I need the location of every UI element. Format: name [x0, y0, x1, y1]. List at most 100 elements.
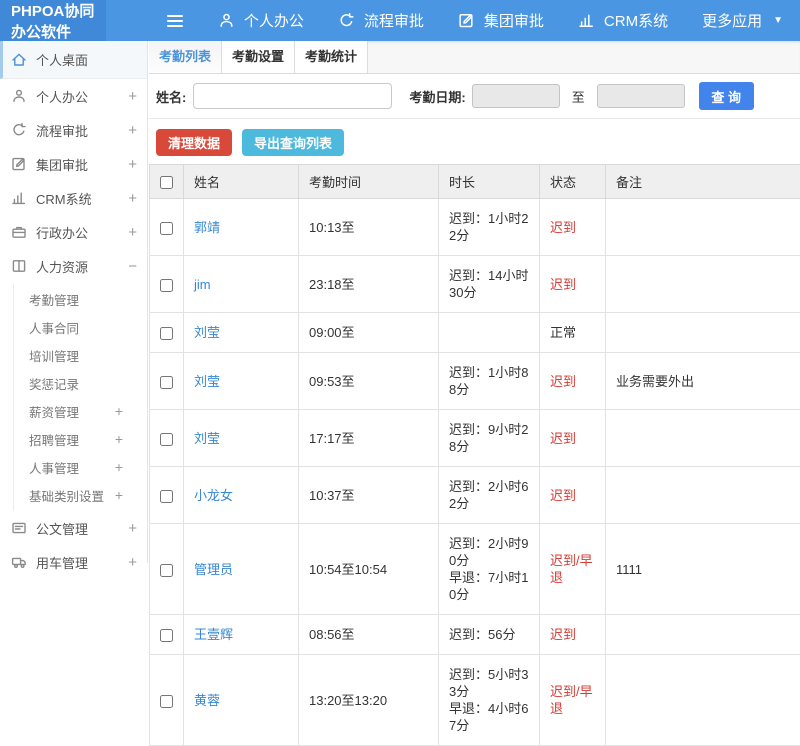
duration-line: 早退：7小时10分	[449, 569, 529, 603]
date-from-input[interactable]	[472, 84, 560, 108]
employee-name-link[interactable]: jim	[194, 277, 211, 292]
sidebar-subitem-label: 人事管理	[29, 458, 79, 477]
row-checkbox[interactable]	[160, 564, 173, 577]
duration-cell: 迟到：2小时62分	[439, 467, 540, 524]
actions-bar: 清理数据 导出查询列表	[149, 119, 800, 164]
status-badge: 迟到/早退	[550, 553, 593, 585]
row-checkbox-cell	[150, 410, 184, 467]
sidebar: 个人桌面个人办公+流程审批+集团审批+CRM系统+行政办公+人力资源− 考勤管理人…	[0, 41, 148, 563]
remark-cell	[606, 410, 800, 467]
user-icon	[218, 12, 235, 29]
caret-down-icon: ▼	[773, 15, 783, 26]
sidebar-subitem-base-category-settings[interactable]: 基础类别设置+	[14, 481, 147, 509]
user-icon	[11, 88, 27, 104]
status-badge: 正常	[550, 325, 576, 340]
sidebar-subitem-label: 培训管理	[29, 346, 79, 365]
employee-name-link[interactable]: 管理员	[194, 562, 233, 577]
employee-name-link[interactable]: 郭靖	[194, 220, 220, 235]
status-badge: 迟到	[550, 627, 576, 642]
employee-name-link[interactable]: 刘莹	[194, 374, 220, 389]
sidebar-item-label: 个人桌面	[36, 50, 88, 69]
row-checkbox[interactable]	[160, 376, 173, 389]
nav-item-more-apps[interactable]: 更多应用▼	[685, 0, 800, 41]
nav-item-personal-office[interactable]: 个人办公	[201, 0, 321, 41]
column-header: 备注	[606, 165, 800, 199]
date-label: 考勤日期:	[409, 87, 465, 106]
plus-icon: +	[115, 403, 123, 419]
plus-icon: +	[128, 88, 137, 105]
employee-name-link[interactable]: 王壹辉	[194, 627, 233, 642]
tab-attendance-stats[interactable]: 考勤统计	[295, 41, 368, 73]
sidebar-item-group-approval[interactable]: 集团审批+	[0, 147, 147, 181]
row-checkbox[interactable]	[160, 433, 173, 446]
table-row: 小龙女10:37至迟到：2小时62分迟到	[150, 467, 800, 524]
sidebar-subitem-recruitment-management[interactable]: 招聘管理+	[14, 425, 147, 453]
row-checkbox-cell	[150, 467, 184, 524]
filter-bar: 姓名: 考勤日期: 至 查 询	[149, 74, 800, 119]
column-header: 考勤时间	[299, 165, 439, 199]
employee-name-link[interactable]: 小龙女	[194, 488, 233, 503]
nav-item-crm-system[interactable]: CRM系统	[561, 0, 685, 41]
column-header: 状态	[540, 165, 606, 199]
row-checkbox[interactable]	[160, 279, 173, 292]
nav-item-group-approval[interactable]: 集团审批	[441, 0, 561, 41]
status-cell: 迟到	[540, 256, 606, 313]
sidebar-subitem-salary-management[interactable]: 薪资管理+	[14, 397, 147, 425]
briefcase-icon	[11, 224, 27, 240]
sidebar-item-personal-office[interactable]: 个人办公+	[0, 79, 147, 113]
sidebar-item-vehicle-management[interactable]: 用车管理+	[0, 545, 147, 579]
plus-icon: +	[128, 520, 137, 537]
row-checkbox-cell	[150, 353, 184, 410]
time-cell: 23:18至	[299, 256, 439, 313]
sidebar-subitem-training-management[interactable]: 培训管理	[14, 341, 147, 369]
sidebar-subitem-personnel-management[interactable]: 人事管理+	[14, 453, 147, 481]
employee-name-link[interactable]: 刘莹	[194, 431, 220, 446]
tab-attendance-settings[interactable]: 考勤设置	[222, 41, 295, 73]
row-checkbox-cell	[150, 199, 184, 256]
table-row: 刘莹 09:00至 正常	[150, 313, 800, 353]
sidebar-item-admin-office[interactable]: 行政办公+	[0, 215, 147, 249]
sidebar-item-personal-desktop[interactable]: 个人桌面	[0, 41, 147, 79]
row-checkbox[interactable]	[160, 490, 173, 503]
row-checkbox[interactable]	[160, 222, 173, 235]
nav-item-workflow-approval[interactable]: 流程审批	[321, 0, 441, 41]
status-badge: 迟到	[550, 277, 576, 292]
row-checkbox[interactable]	[160, 629, 173, 642]
sidebar-subitem-reward-punishment[interactable]: 奖惩记录	[14, 369, 147, 397]
export-list-button[interactable]: 导出查询列表	[242, 129, 344, 156]
select-all-checkbox[interactable]	[160, 176, 173, 189]
tab-attendance-list[interactable]: 考勤列表	[149, 41, 222, 73]
date-to-input[interactable]	[597, 84, 685, 108]
clean-data-button[interactable]: 清理数据	[156, 129, 232, 156]
tab-strip: 考勤列表考勤设置考勤统计	[149, 41, 800, 74]
sidebar-subitem-label: 基础类别设置	[29, 486, 104, 505]
remark-cell: 业务需要外出	[606, 353, 800, 410]
sidebar-item-crm-system[interactable]: CRM系统+	[0, 181, 147, 215]
name-cell: 刘莹	[184, 353, 299, 410]
table-body: 郭靖10:13至迟到：1小时22分迟到jim23:18至迟到：14小时30分迟到…	[150, 199, 800, 746]
name-input[interactable]	[193, 83, 392, 109]
sidebar-item-human-resources[interactable]: 人力资源−	[0, 249, 147, 283]
menu-icon[interactable]	[163, 11, 187, 31]
employee-name-link[interactable]: 黄蓉	[194, 693, 220, 708]
row-checkbox[interactable]	[160, 695, 173, 708]
remark-cell	[606, 199, 800, 256]
name-cell: 王壹辉	[184, 615, 299, 655]
app-title: PHPOA协同办公软件	[0, 0, 106, 41]
row-checkbox-cell	[150, 615, 184, 655]
column-header: 时长	[439, 165, 540, 199]
time-cell: 09:00至	[299, 313, 439, 353]
row-checkbox[interactable]	[160, 327, 173, 340]
sidebar-item-document-management[interactable]: 公文管理+	[0, 511, 147, 545]
sidebar-subitem-label: 考勤管理	[29, 290, 79, 309]
sidebar-item-workflow-approval[interactable]: 流程审批+	[0, 113, 147, 147]
sidebar-subitem-hr-contract[interactable]: 人事合同	[14, 313, 147, 341]
sidebar-subitem-attendance-management[interactable]: 考勤管理	[14, 285, 147, 313]
status-cell: 迟到/早退	[540, 655, 606, 746]
table-row: 管理员10:54至10:54迟到：2小时90分早退：7小时10分迟到/早退111…	[150, 524, 800, 615]
nav-item-label: CRM系统	[604, 10, 668, 31]
sidebar-subitem-label: 招聘管理	[29, 430, 79, 449]
status-badge: 迟到	[550, 431, 576, 446]
search-button[interactable]: 查 询	[699, 82, 754, 110]
employee-name-link[interactable]: 刘莹	[194, 325, 220, 340]
